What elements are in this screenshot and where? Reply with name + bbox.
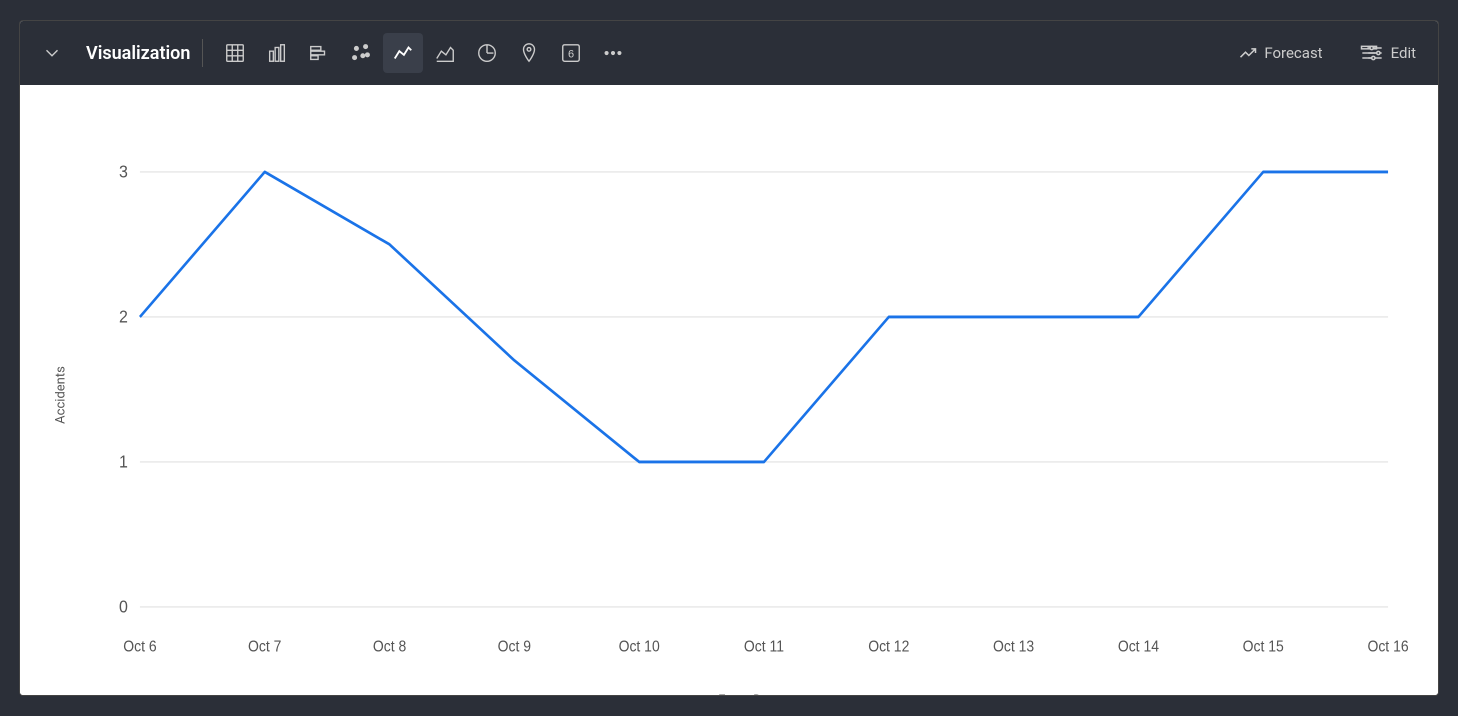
forecast-icon	[1238, 43, 1258, 63]
pie-chart-icon	[476, 42, 498, 64]
horizontal-bar-button[interactable]	[299, 33, 339, 73]
table-view-button[interactable]	[215, 33, 255, 73]
single-value-icon: 6	[560, 42, 582, 64]
chart-svg: 3 2 1 0 Oct 6 Oct 7 Oct 8 Oct 9 Oct 10 O…	[80, 105, 1418, 685]
svg-text:0: 0	[119, 597, 128, 617]
edit-button[interactable]: Edit	[1349, 37, 1426, 69]
toolbar: Visualization	[20, 21, 1438, 85]
area-chart-button[interactable]	[425, 33, 465, 73]
svg-text:Oct 11: Oct 11	[744, 639, 784, 656]
scatter-button[interactable]	[341, 33, 381, 73]
visualization-panel: Visualization	[19, 20, 1439, 696]
toolbar-title: Visualization	[86, 43, 190, 64]
forecast-button[interactable]: Forecast	[1228, 37, 1332, 69]
collapse-button[interactable]	[32, 33, 72, 73]
svg-text:Oct 14: Oct 14	[1118, 639, 1159, 656]
toolbar-right: Forecast	[1228, 37, 1426, 69]
single-value-button[interactable]: 6	[551, 33, 591, 73]
line-chart-button[interactable]	[383, 33, 423, 73]
svg-text:Oct 10: Oct 10	[619, 639, 660, 656]
svg-text:Oct 16: Oct 16	[1367, 639, 1408, 656]
edit-label: Edit	[1391, 44, 1416, 62]
horizontal-bar-icon	[308, 42, 330, 64]
more-icon	[602, 42, 624, 64]
svg-text:Oct 6: Oct 6	[123, 639, 156, 656]
table-icon	[224, 42, 246, 64]
svg-text:Oct 12: Oct 12	[868, 639, 909, 656]
svg-text:6: 6	[568, 49, 574, 61]
area-chart-icon	[434, 42, 456, 64]
svg-text:Oct 8: Oct 8	[373, 639, 406, 656]
svg-text:3: 3	[119, 162, 128, 182]
more-button[interactable]	[593, 33, 633, 73]
svg-text:Oct 7: Oct 7	[248, 639, 281, 656]
bar-chart-icon	[266, 42, 288, 64]
sliders-icon	[1365, 43, 1385, 63]
pie-chart-button[interactable]	[467, 33, 507, 73]
scatter-icon	[350, 42, 372, 64]
chart-area: Accidents 3 2 1 0 Oct 6 O	[20, 85, 1438, 695]
forecast-label: Forecast	[1264, 44, 1322, 62]
svg-text:1: 1	[119, 452, 128, 472]
y-axis-label: Accidents	[53, 366, 68, 424]
toolbar-separator	[202, 39, 203, 67]
bar-chart-button[interactable]	[257, 33, 297, 73]
chevron-down-icon	[41, 42, 63, 64]
chart-container: Accidents 3 2 1 0 Oct 6 O	[80, 105, 1418, 685]
line-chart-icon	[392, 42, 414, 64]
svg-text:Oct 15: Oct 15	[1243, 639, 1284, 656]
toolbar-left: Visualization	[32, 33, 1224, 73]
map-button[interactable]	[509, 33, 549, 73]
x-axis-label: Event Date	[80, 693, 1418, 696]
svg-text:2: 2	[119, 307, 128, 327]
toolbar-icons: 6	[215, 33, 633, 73]
svg-text:Oct 9: Oct 9	[498, 639, 531, 656]
svg-text:Oct 13: Oct 13	[993, 639, 1034, 656]
map-pin-icon	[518, 42, 540, 64]
